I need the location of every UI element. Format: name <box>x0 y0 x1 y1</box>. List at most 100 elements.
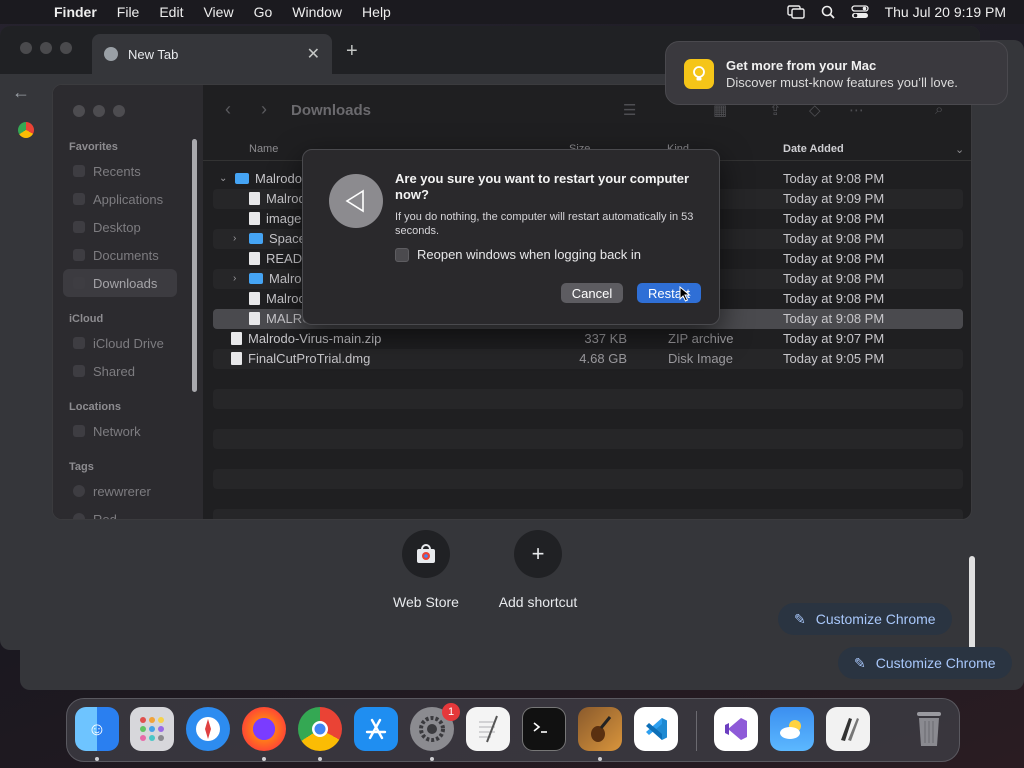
restart-dialog: Are you sure you want to restart your co… <box>302 149 720 325</box>
firefox-dock-icon[interactable] <box>242 707 286 751</box>
tab-new-tab[interactable]: New Tab ✕ <box>92 34 332 74</box>
empty-row <box>213 509 963 519</box>
chrome-scrollbar[interactable] <box>969 556 975 650</box>
pencil-icon: ✎ <box>854 654 866 671</box>
sidebar-item-tag-red[interactable]: Red <box>63 505 177 519</box>
add-shortcut-label: Add shortcut <box>498 594 578 610</box>
menu-app-name[interactable]: Finder <box>54 4 97 20</box>
sort-chevron-down-icon[interactable]: ⌄ <box>955 143 964 156</box>
table-row[interactable]: Malrodo-Virus-main.zip 337 KB ZIP archiv… <box>213 329 963 349</box>
document-file-icon <box>249 252 260 265</box>
script-file-icon <box>249 192 260 205</box>
control-center-icon[interactable] <box>850 5 869 19</box>
running-indicator <box>318 757 322 761</box>
menu-view[interactable]: View <box>203 4 233 20</box>
menu-go[interactable]: Go <box>254 4 273 20</box>
chrome-dock-icon[interactable] <box>298 707 342 751</box>
notification-badge: 1 <box>442 703 460 721</box>
disclosure-closed-icon[interactable]: › <box>233 233 243 244</box>
minimize-window-icon[interactable] <box>40 42 52 54</box>
web-store-icon <box>402 530 450 578</box>
visual-studio-dock-icon[interactable] <box>714 707 758 751</box>
menu-clock[interactable]: Thu Jul 20 9:19 PM <box>885 4 1006 20</box>
tips-lightbulb-icon <box>684 59 714 89</box>
back-chevron-icon[interactable]: ‹ <box>225 99 231 120</box>
menu-window[interactable]: Window <box>292 4 342 20</box>
sidebar-item-recents[interactable]: Recents <box>63 157 177 185</box>
vscode-dock-icon[interactable] <box>634 707 678 751</box>
empty-row <box>213 389 963 409</box>
close-window-icon[interactable] <box>73 105 85 117</box>
menu-help[interactable]: Help <box>362 4 391 20</box>
garageband-dock-icon[interactable] <box>578 707 622 751</box>
sidebar-item-applications[interactable]: Applications <box>63 185 177 213</box>
new-tab-plus-icon[interactable]: + <box>346 40 358 63</box>
notification-title: Get more from your Mac <box>726 58 877 73</box>
menu-bar: Finder File Edit View Go Window Help Thu… <box>0 0 1024 24</box>
system-settings-dock-icon[interactable]: 1 <box>410 703 460 751</box>
safari-dock-icon[interactable] <box>186 707 230 751</box>
launchpad-dock-icon[interactable] <box>130 707 174 751</box>
sidebar-item-desktop[interactable]: Desktop <box>63 213 177 241</box>
tab-close-icon[interactable]: ✕ <box>307 44 320 64</box>
menu-edit[interactable]: Edit <box>159 4 183 20</box>
table-row[interactable]: FinalCutProTrial.dmg 4.68 GB Disk Image … <box>213 349 963 369</box>
sidebar-item-network[interactable]: Network <box>63 417 177 445</box>
shortcut-add[interactable]: + Add shortcut <box>483 530 593 610</box>
minimize-window-icon[interactable] <box>93 105 105 117</box>
terminal-dock-icon[interactable] <box>522 707 566 751</box>
restart-button[interactable]: Restart <box>637 283 701 303</box>
sidebar-item-tag-rewwrerer[interactable]: rewwrerer <box>63 477 177 505</box>
weather-dock-icon[interactable] <box>770 707 814 751</box>
zoom-window-icon[interactable] <box>60 42 72 54</box>
file-icon <box>249 212 260 225</box>
document-icon <box>73 249 85 261</box>
column-header-date-added[interactable]: Date Added <box>783 143 844 155</box>
file-icon <box>249 292 260 305</box>
screen-mirroring-icon[interactable] <box>786 5 805 19</box>
folder-icon <box>235 173 249 184</box>
sidebar-item-shared[interactable]: Shared <box>63 357 177 385</box>
close-window-icon[interactable] <box>20 42 32 54</box>
column-header-name[interactable]: Name <box>249 143 278 155</box>
customize-chrome-button-behind[interactable]: ✎ Customize Chrome <box>838 647 1012 679</box>
back-arrow-icon[interactable]: ← <box>12 82 30 103</box>
web-store-label: Web Store <box>393 594 459 610</box>
sidebar-scrollbar[interactable] <box>192 139 197 392</box>
menu-file[interactable]: File <box>117 4 140 20</box>
sidebar-group-tags: Tags <box>69 461 94 473</box>
chrome-favicon-icon <box>104 47 118 61</box>
textedit-dock-icon[interactable] <box>466 707 510 751</box>
dialog-title: Are you sure you want to restart your co… <box>395 171 690 202</box>
folder-icon <box>249 233 263 244</box>
reopen-windows-checkbox[interactable]: Reopen windows when logging back in <box>395 247 641 262</box>
sidebar-item-downloads[interactable]: Downloads <box>63 269 177 297</box>
trash-dock-icon[interactable] <box>907 707 951 751</box>
empty-row <box>213 369 963 389</box>
zoom-window-icon[interactable] <box>113 105 125 117</box>
zip-file-icon <box>231 332 242 345</box>
disk-image-icon <box>231 352 242 365</box>
app-store-dock-icon[interactable] <box>354 707 398 751</box>
script-editor-dock-icon[interactable] <box>826 707 870 751</box>
customize-chrome-button[interactable]: ✎ Customize Chrome <box>778 603 952 635</box>
sidebar-group-locations: Locations <box>69 401 121 413</box>
mouse-cursor-icon <box>679 286 691 302</box>
spotlight-search-icon[interactable] <box>821 5 835 19</box>
shortcut-web-store[interactable]: Web Store <box>371 530 481 610</box>
disclosure-open-icon[interactable]: ⌄ <box>219 173 229 184</box>
sidebar-item-icloud-drive[interactable]: iCloud Drive <box>63 329 177 357</box>
finder-dock-icon[interactable]: ☺ <box>75 707 119 751</box>
notification-body: Discover must-know features you’ll love. <box>726 75 958 90</box>
checkbox-box[interactable] <box>395 247 409 262</box>
empty-row <box>213 449 963 469</box>
desktop-icon <box>73 221 85 233</box>
chrome-window-controls <box>20 42 72 54</box>
list-view-icon[interactable]: ☰ <box>623 101 636 119</box>
sidebar-item-documents[interactable]: Documents <box>63 241 177 269</box>
cancel-button[interactable]: Cancel <box>561 283 623 303</box>
forward-chevron-icon[interactable]: › <box>261 99 267 120</box>
disclosure-closed-icon[interactable]: › <box>233 273 243 284</box>
notification-banner[interactable]: Get more from your Mac Discover must-kno… <box>665 41 1008 105</box>
google-apps-icon[interactable] <box>18 122 34 138</box>
